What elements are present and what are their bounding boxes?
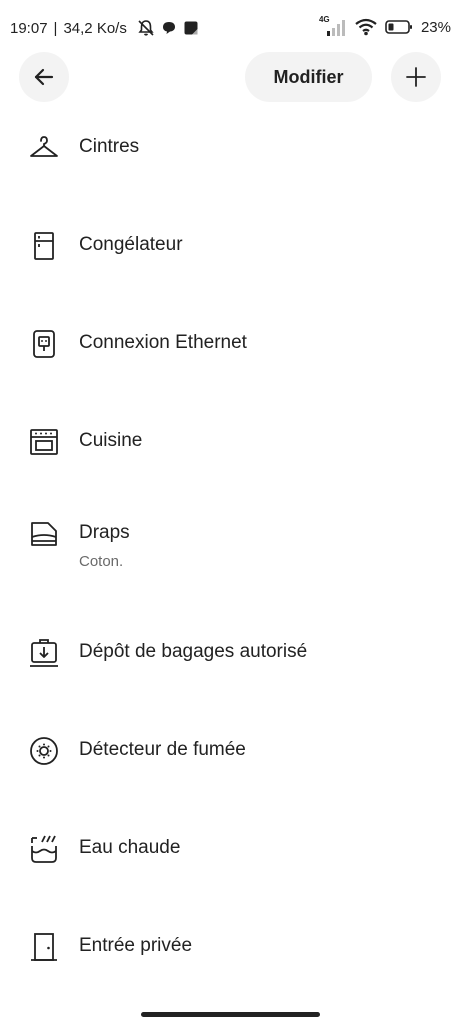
amenity-label: Connexion Ethernet: [79, 332, 247, 353]
amenity-label: Eau chaude: [79, 837, 181, 858]
status-right: 4G 23%: [319, 15, 451, 37]
oven-icon: [29, 427, 59, 457]
status-separator: |: [53, 19, 58, 37]
luggage-dropoff-icon: [29, 638, 59, 668]
ethernet-icon: [29, 329, 59, 359]
amenity-label: Entrée privée: [79, 935, 193, 956]
arrow-left-icon: [34, 68, 54, 86]
smoke-detector-icon: [29, 736, 59, 766]
freezer-icon: [29, 231, 59, 261]
cellular-signal-icon: 4G: [319, 15, 347, 37]
hot-water-icon: [29, 834, 59, 864]
amenity-sublabel: Coton.: [79, 553, 124, 570]
chat-bubble-icon: [162, 22, 175, 34]
modify-button[interactable]: Modifier: [245, 52, 372, 102]
plus-icon: [406, 67, 426, 87]
hanger-icon: [29, 133, 59, 163]
battery-percentage: 23%: [420, 18, 451, 36]
wifi-icon: [355, 18, 377, 36]
back-button[interactable]: [19, 52, 69, 102]
app-notification-icon: [184, 21, 198, 35]
status-network-speed: 34,2 Ko/s: [63, 19, 127, 37]
amenity-item[interactable]: Cintres: [0, 128, 461, 188]
amenity-label: Draps: [79, 522, 130, 543]
status-notification-icons: [137, 19, 199, 37]
status-time: 19:07: [10, 19, 48, 37]
amenity-label: Dépôt de bagages autorisé: [79, 641, 308, 662]
status-bar: 19:07 | 34,2 Ko/s 4G 23%: [0, 0, 461, 52]
status-left: 19:07 | 34,2 Ko/s: [10, 19, 199, 37]
top-bar: Modifier: [0, 52, 461, 106]
amenity-item[interactable]: Congélateur: [0, 226, 461, 286]
amenity-label: Cintres: [79, 136, 140, 157]
door-icon: [29, 932, 59, 962]
amenity-label: Congélateur: [79, 234, 183, 255]
amenity-item[interactable]: Détecteur de fumée: [0, 731, 461, 791]
amenity-item[interactable]: Entrée privée: [0, 927, 461, 987]
add-button[interactable]: [391, 52, 441, 102]
amenity-item[interactable]: Draps Coton.: [0, 514, 461, 584]
home-indicator[interactable]: [141, 1012, 320, 1017]
bell-muted-icon: [138, 20, 154, 36]
amenity-item[interactable]: Eau chaude: [0, 829, 461, 889]
amenity-item[interactable]: Connexion Ethernet: [0, 324, 461, 384]
amenity-item[interactable]: Cuisine: [0, 422, 461, 482]
amenity-item[interactable]: Dépôt de bagages autorisé: [0, 633, 461, 693]
bed-sheets-icon: [29, 519, 59, 549]
amenity-label: Détecteur de fumée: [79, 739, 246, 760]
battery-icon: [385, 20, 412, 34]
amenity-label: Cuisine: [79, 430, 143, 451]
